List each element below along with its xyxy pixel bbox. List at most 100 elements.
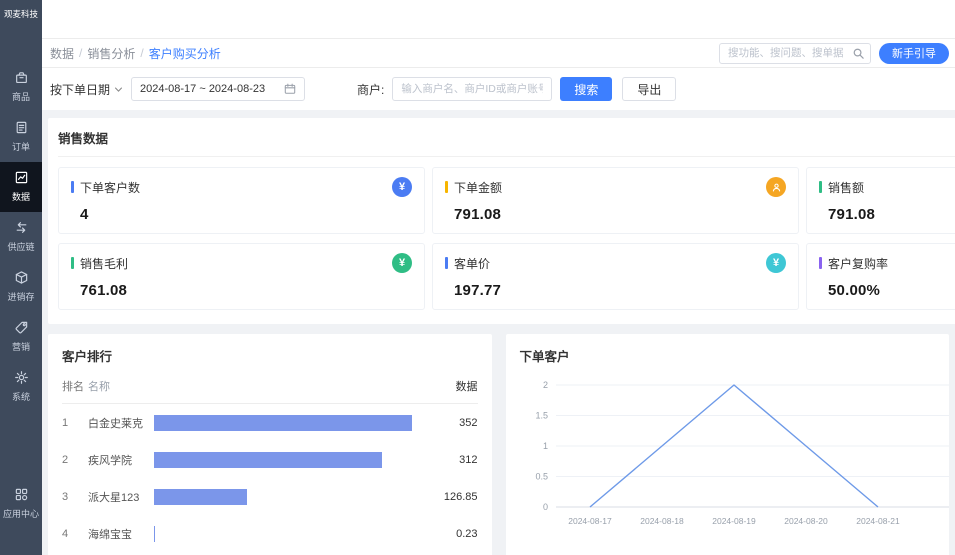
stat-accent — [819, 181, 822, 193]
ranking-row: 2疾风学院 312 — [62, 441, 478, 478]
yuan-icon: ¥ — [392, 177, 412, 197]
merchant-label: 商户: — [357, 81, 384, 98]
stat-title: 客户复购率 — [828, 255, 888, 272]
sidebar-item-app-center[interactable]: 应用中心 — [0, 479, 42, 529]
ranking-header-row: 排名名称 数据 — [62, 365, 478, 404]
sidebar-item-label: 营销 — [12, 340, 30, 353]
svg-text:2: 2 — [542, 380, 547, 390]
stat-value: 761.08 — [80, 282, 412, 299]
wallet-icon: ¥ — [392, 253, 412, 273]
date-type-select[interactable]: 按下单日期 — [50, 81, 123, 98]
guide-button[interactable]: 新手引导 — [879, 43, 949, 64]
customer-name: 派大星123 — [88, 489, 154, 505]
rank-bar — [154, 489, 247, 505]
stat-accent — [445, 257, 448, 269]
date-range-input[interactable]: 2024-08-17 ~ 2024-08-23 — [131, 77, 305, 101]
rank-bar-track — [154, 489, 422, 505]
rank-number: 3 — [62, 491, 88, 503]
customer-name: 海绵宝宝 — [88, 526, 154, 542]
sidebar-item-label: 应用中心 — [3, 507, 39, 520]
rank-bar-track — [154, 415, 422, 431]
rank-value: 312 — [422, 454, 478, 466]
sidebar-item-label: 数据 — [12, 190, 30, 203]
global-search-input[interactable] — [719, 43, 871, 64]
price-icon: ¥ — [766, 253, 786, 273]
sidebar-item-system[interactable]: 系统 — [0, 362, 42, 412]
merchant-search-input[interactable] — [392, 77, 552, 101]
svg-text:2024-08-18: 2024-08-18 — [640, 516, 684, 526]
search-icon[interactable] — [852, 47, 865, 60]
breadcrumb-separator: / — [140, 46, 143, 60]
sidebar-item-orders[interactable]: 订单 — [0, 112, 42, 162]
ranking-title: 客户排行 — [62, 346, 478, 365]
date-type-label: 按下单日期 — [50, 81, 110, 98]
rank-bar-track — [154, 526, 422, 542]
sidebar-item-data[interactable]: 数据 — [0, 162, 42, 212]
sidebar-item-marketing[interactable]: 营销 — [0, 312, 42, 362]
rank-value: 126.85 — [422, 491, 478, 503]
ranking-rows: 1白金史莱克3522疾风学院3123派大星123126.854海绵宝宝0.23 — [62, 404, 478, 552]
stat-card: 客单价¥197.77 — [432, 243, 799, 310]
global-search — [719, 43, 871, 64]
svg-text:0: 0 — [542, 502, 547, 512]
orders-line-chart: 0 0.5 1 1.5 2 2024-08-17 2024-08-18 2024-08-19 2… — [520, 373, 950, 545]
rank-number: 2 — [62, 454, 88, 466]
stat-card: 下单客户数¥4 — [58, 167, 425, 234]
ranking-column-header: 排名 — [62, 378, 88, 394]
user-icon — [766, 177, 786, 197]
rank-number: 4 — [62, 528, 88, 540]
ranking-row: 1白金史莱克352 — [62, 404, 478, 441]
sidebar-item-label: 订单 — [12, 140, 30, 153]
sales-section-title: 销售数据 — [58, 128, 955, 157]
sidebar-item-label: 供应链 — [7, 240, 34, 253]
sidebar-item-label: 系统 — [12, 390, 30, 403]
stat-title: 销售额 — [828, 179, 864, 196]
stat-value: 50.00% — [828, 282, 955, 299]
orders-icon — [14, 120, 29, 137]
breadcrumb-item: 客户购买分析 — [149, 45, 221, 62]
sidebar-item-supply-chain[interactable]: 供应链 — [0, 212, 42, 262]
customer-name: 疾风学院 — [88, 452, 154, 468]
stat-title: 下单金额 — [454, 179, 502, 196]
svg-text:1.5: 1.5 — [535, 411, 548, 421]
svg-text:2024-08-17: 2024-08-17 — [568, 516, 612, 526]
stat-value: 197.77 — [454, 282, 786, 299]
svg-text:2024-08-20: 2024-08-20 — [784, 516, 828, 526]
sidebar-item-inventory[interactable]: 进销存 — [0, 262, 42, 312]
chevron-down-icon — [114, 85, 123, 94]
customer-name: 白金史莱克 — [88, 415, 154, 431]
header-bar: 数据/销售分析/客户购买分析 新手引导 — [42, 38, 955, 68]
calendar-icon — [284, 83, 296, 95]
app-logo: 观麦科技 — [0, 0, 42, 24]
stat-value: 791.08 — [454, 206, 786, 223]
filter-bar: 按下单日期 2024-08-17 ~ 2024-08-23 商户: 搜索 导出 — [42, 68, 955, 110]
ranking-column-header: 名称 — [88, 378, 154, 394]
export-button[interactable]: 导出 — [622, 77, 676, 101]
breadcrumb-item[interactable]: 销售分析 — [87, 45, 135, 62]
breadcrumb-item[interactable]: 数据 — [50, 45, 74, 62]
search-button[interactable]: 搜索 — [560, 77, 612, 101]
rank-bar — [154, 415, 412, 431]
stat-value: 4 — [80, 206, 412, 223]
orders-chart-card: 下单客户 00.511.522024-08-172024-08-182024-0… — [506, 334, 950, 555]
header-right-group: 新手引导 — [719, 39, 949, 67]
rank-value: 352 — [422, 417, 478, 429]
sidebar-item-label: 商品 — [12, 90, 30, 103]
ranking-row: 4海绵宝宝0.23 — [62, 515, 478, 552]
svg-text:1: 1 — [542, 441, 547, 451]
svg-text:2024-08-19: 2024-08-19 — [712, 516, 756, 526]
sidebar-item-goods[interactable]: 商品 — [0, 62, 42, 112]
page: 观麦科技 商品订单数据供应链进销存营销系统 应用中心 数据/销售分析/客户购买分… — [0, 0, 955, 555]
inventory-icon — [14, 270, 29, 287]
sales-stat-grid: 下单客户数¥4下单金额791.08销售额¥791.08销售毛利¥761.08客单… — [58, 167, 955, 310]
ranking-row: 3派大星123 126.85 — [62, 478, 478, 515]
supply-chain-icon — [14, 220, 29, 237]
marketing-icon — [14, 320, 29, 337]
svg-text:0.5: 0.5 — [535, 472, 548, 482]
ranking-column-header: 数据 — [422, 378, 478, 394]
stat-card: 下单金额 791.08 — [432, 167, 799, 234]
stat-card: 销售额¥791.08 — [806, 167, 955, 234]
content-area: 销售数据 下单客户数¥4下单金额791.08销售额¥791.08销售毛利¥761… — [42, 110, 955, 555]
rank-bar — [154, 452, 382, 468]
sidebar-nav: 商品订单数据供应链进销存营销系统 — [0, 62, 42, 412]
